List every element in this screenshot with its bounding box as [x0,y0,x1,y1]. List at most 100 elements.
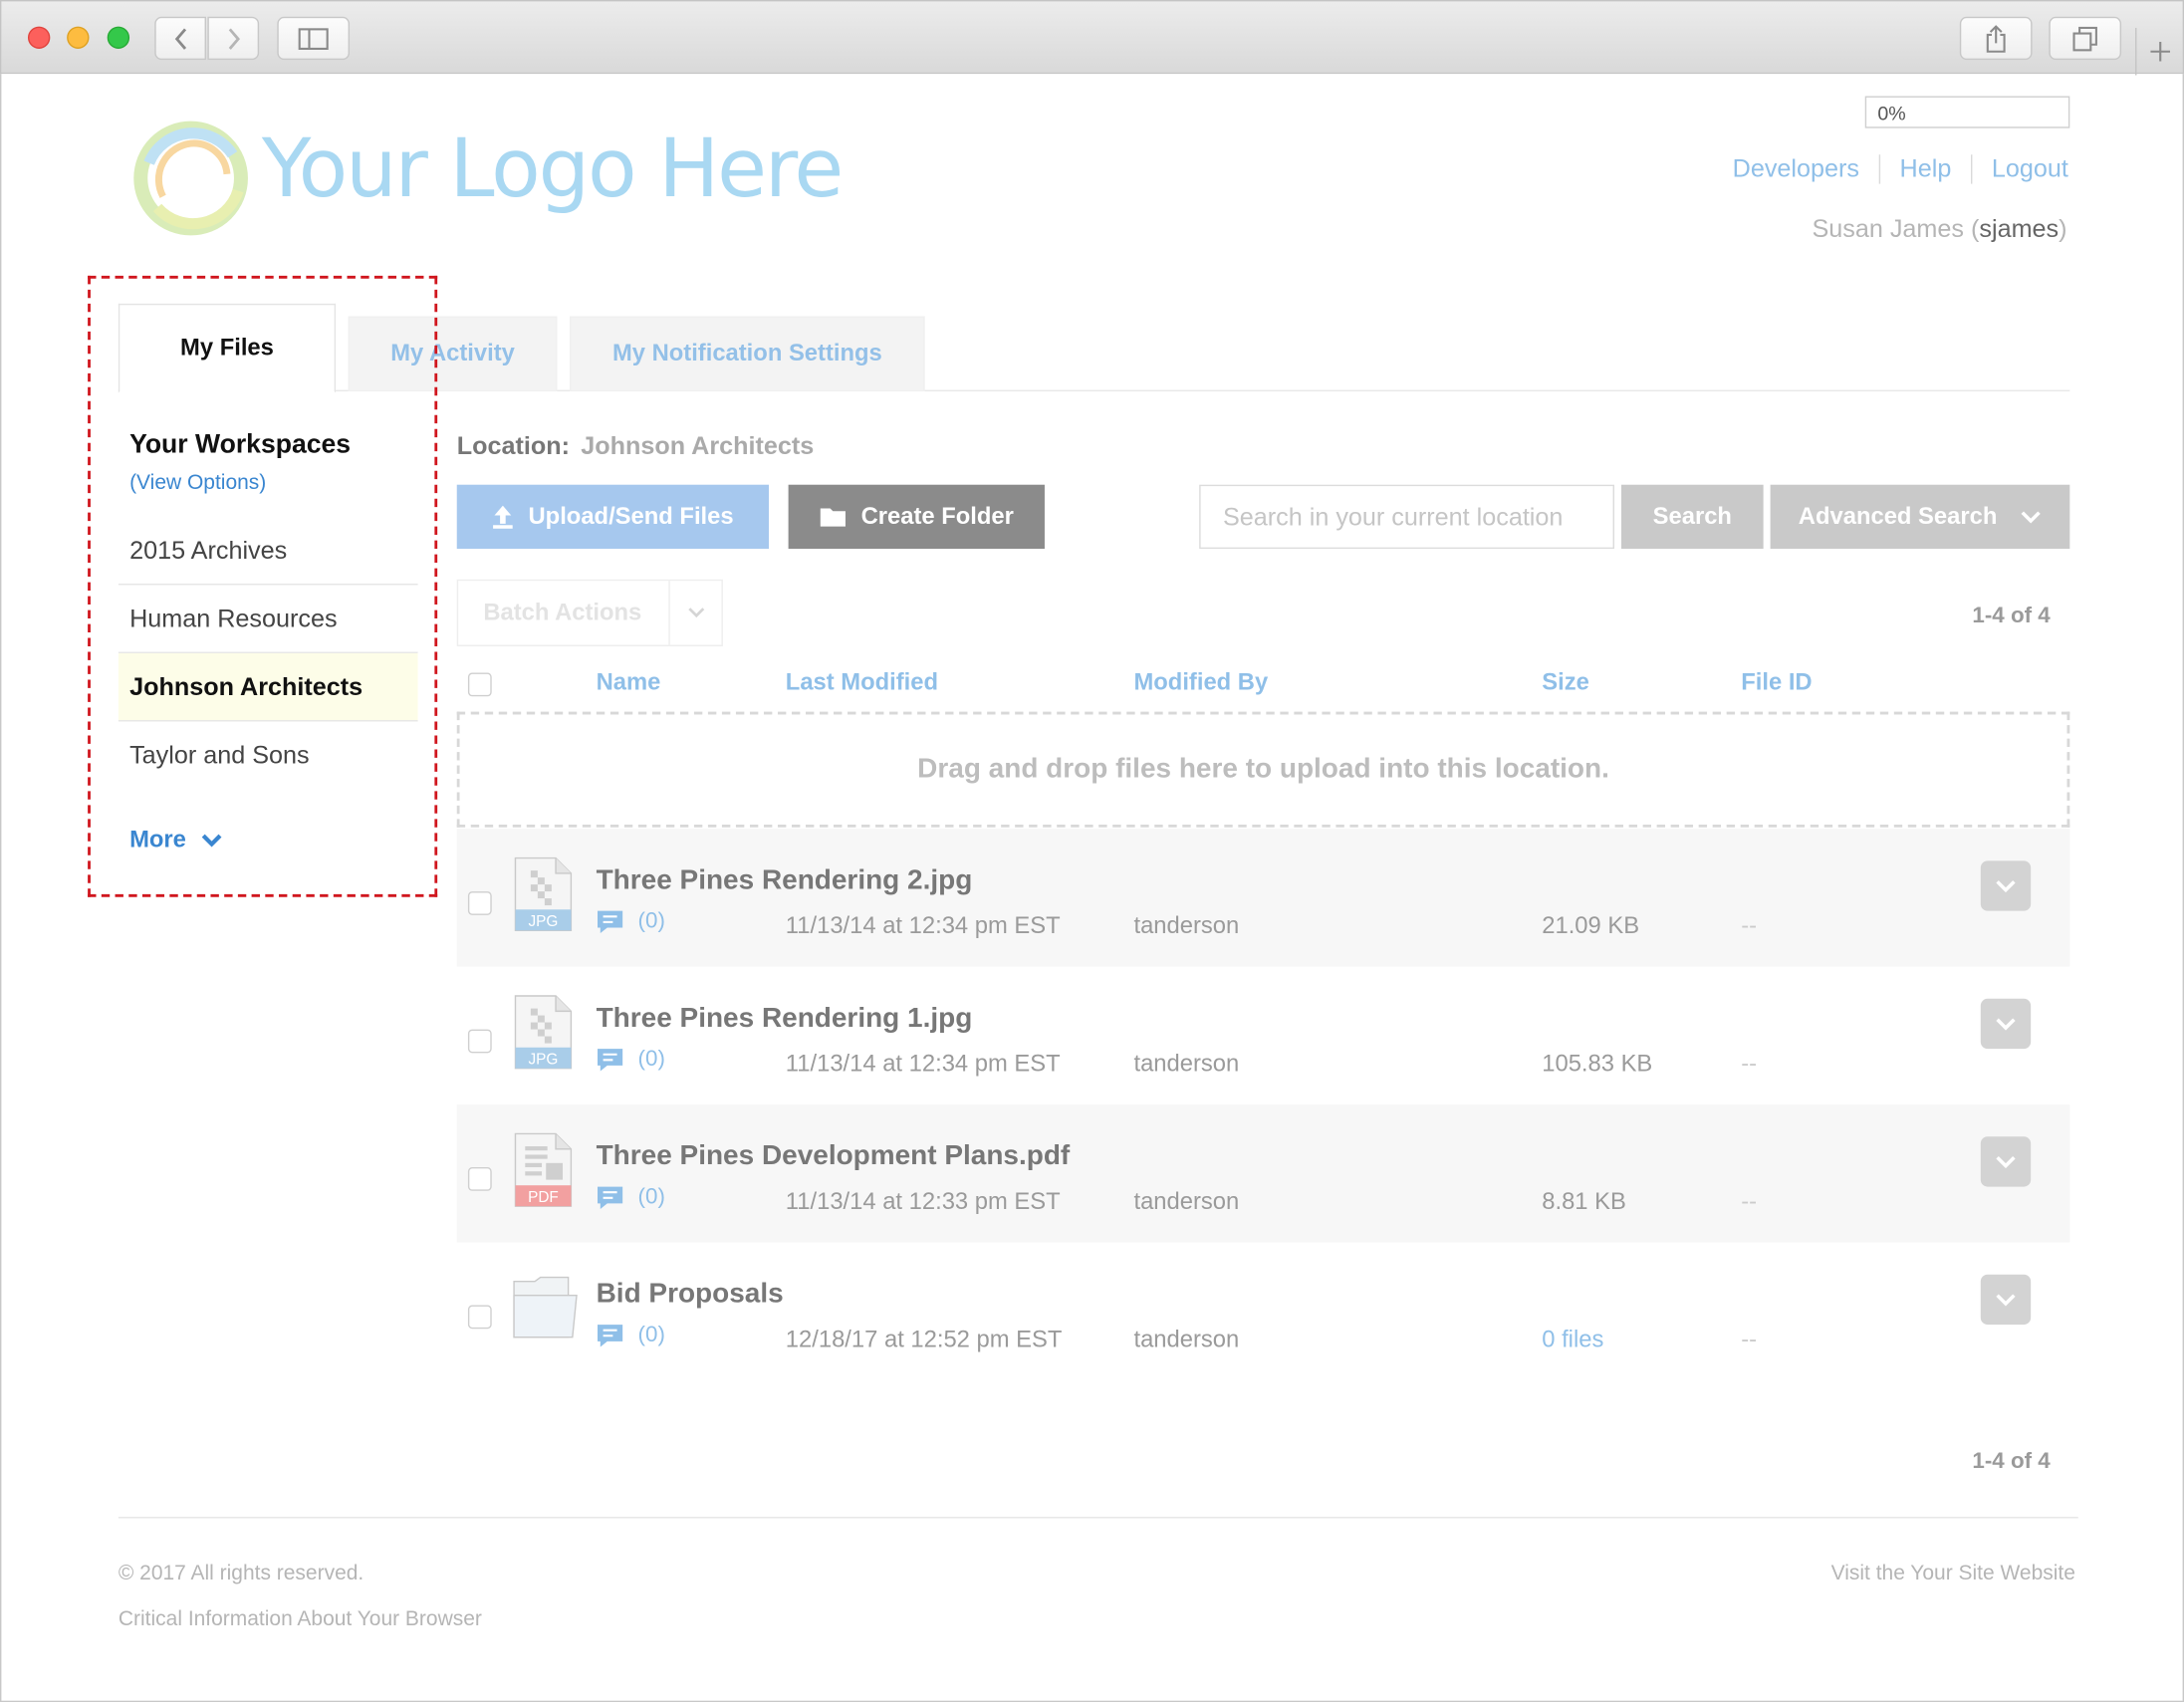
tab-my-activity[interactable]: My Activity [348,316,558,392]
table-row[interactable]: JPG Three Pines Rendering 1.jpg (0) 11/1… [457,967,2070,1104]
column-file-id[interactable]: File ID [1741,668,1812,696]
modified-by: tanderson [1133,912,1240,939]
tab-my-notification-settings[interactable]: My Notification Settings [570,316,925,392]
file-name[interactable]: Three Pines Rendering 2.jpg [597,865,973,897]
result-count-top: 1-4 of 4 [1972,604,2051,628]
jpg-file-icon: JPG [514,995,573,1070]
upload-send-files-button[interactable]: Upload/Send Files [456,484,770,550]
modified-by: tanderson [1133,1188,1240,1215]
file-size: 21.09 KB [1542,912,1640,939]
chevron-down-icon [687,608,704,618]
help-link[interactable]: Help [1878,154,1971,184]
more-workspaces-button[interactable]: More [129,826,222,853]
chevron-down-icon [1996,1294,2016,1307]
column-name[interactable]: Name [597,668,661,696]
table-row[interactable]: Bid Proposals (0) 12/18/17 at 12:52 pm E… [457,1243,2070,1380]
modified-by: tanderson [1133,1050,1240,1078]
browser-info-link[interactable]: Critical Information About Your Browser [119,1607,482,1631]
more-label: More [129,826,186,852]
chevron-left-icon [174,27,186,50]
chevron-down-icon [1996,880,2016,893]
new-tab-button[interactable] [2135,27,2183,76]
file-id: -- [1741,1326,1758,1353]
comments-link[interactable]: (0) [597,1185,665,1210]
last-modified: 12/18/17 at 12:52 pm EST [785,1326,1063,1353]
chevron-down-icon [201,834,221,848]
row-actions-button[interactable] [1980,1136,2032,1187]
column-modified-by[interactable]: Modified By [1133,668,1268,696]
view-options-link[interactable]: (View Options) [129,471,266,495]
row-checkbox[interactable] [467,1305,492,1330]
folder-file-count-link[interactable]: 0 files [1542,1326,1603,1353]
logo-ring-icon [133,121,248,236]
copyright-text: © 2017 All rights reserved. [118,1561,364,1585]
search-button[interactable]: Search [1620,484,1764,550]
upload-label: Upload/Send Files [528,502,734,530]
plus-icon [2149,41,2170,62]
file-name[interactable]: Three Pines Development Plans.pdf [597,1140,1071,1172]
column-size[interactable]: Size [1542,668,1589,696]
comment-count: (0) [637,1323,665,1347]
workspaces-title: Your Workspaces [129,430,352,460]
location-value: Johnson Architects [581,431,815,460]
chevron-down-icon [1996,1156,2016,1169]
file-type-label: JPG [529,913,559,930]
developers-link[interactable]: Developers [1713,154,1878,183]
share-button[interactable] [1959,16,2033,61]
user-login: sjames [1979,214,2060,243]
site-logo[interactable]: Your Logo Here [129,113,844,241]
close-window-button[interactable] [27,26,51,49]
result-count-bottom: 1-4 of 4 [1972,1449,2051,1474]
create-folder-button[interactable]: Create Folder [788,484,1045,550]
table-row[interactable]: JPG Three Pines Rendering 2.jpg (0) 11/1… [456,829,2070,967]
table-header: Name Last Modified Modified By Size File… [457,666,2070,702]
sidebar-toggle-button[interactable] [277,16,351,61]
row-checkbox[interactable] [467,1167,492,1191]
row-actions-button[interactable] [1980,998,2032,1050]
workspace-list: 2015 Archives Human Resources Johnson Ar… [118,517,418,790]
workspace-item-selected[interactable]: Johnson Architects [118,652,418,722]
footer-divider [118,1517,2078,1519]
tab-my-files[interactable]: My Files [118,303,337,393]
back-button[interactable] [154,16,206,61]
zoom-window-button[interactable] [107,26,130,49]
file-id: -- [1741,1050,1758,1078]
select-all-checkbox[interactable] [467,672,492,697]
location-label: Location: [456,431,571,460]
comment-icon [597,910,623,934]
batch-actions-label: Batch Actions [458,581,670,645]
browser-toolbar [0,0,2184,76]
comments-link[interactable]: (0) [597,1048,665,1073]
folder-name[interactable]: Bid Proposals [597,1279,784,1311]
drop-zone[interactable]: Drag and drop files here to upload into … [456,711,2070,828]
row-checkbox[interactable] [467,1029,492,1054]
row-actions-button[interactable] [1980,1274,2032,1326]
search-input[interactable]: Search in your current location [1199,484,1614,550]
sidebar-icon [298,27,329,50]
location: Location: Johnson Architects [457,432,815,461]
advanced-search-button[interactable]: Advanced Search [1770,484,2070,550]
minimize-window-button[interactable] [67,26,90,49]
chevron-down-icon [2021,511,2041,524]
comment-count: (0) [637,1047,665,1072]
user-name: Susan James [1812,214,1965,243]
create-folder-label: Create Folder [860,502,1014,530]
row-checkbox[interactable] [467,891,492,915]
workspace-item[interactable]: 2015 Archives [118,517,418,586]
workspace-item[interactable]: Taylor and Sons [119,721,418,790]
chevron-down-icon [1996,1018,2016,1031]
column-last-modified[interactable]: Last Modified [786,668,938,696]
file-name[interactable]: Three Pines Rendering 1.jpg [597,1003,973,1035]
table-row[interactable]: PDF Three Pines Development Plans.pdf (0… [456,1104,2070,1243]
comments-link[interactable]: (0) [597,909,665,934]
row-actions-button[interactable] [1980,860,2032,911]
user-login-close: ) [2059,214,2067,243]
site-website-link[interactable]: Visit the Your Site Website [1831,1562,2075,1585]
top-links: Developers Help Logout [1713,154,2068,184]
forward-button[interactable] [207,16,260,61]
comments-link[interactable]: (0) [597,1324,665,1348]
workspace-item[interactable]: Human Resources [118,585,418,653]
logout-link[interactable]: Logout [1970,154,2068,184]
batch-actions-dropdown[interactable]: Batch Actions [456,579,723,646]
tabs-overview-button[interactable] [2049,16,2122,61]
